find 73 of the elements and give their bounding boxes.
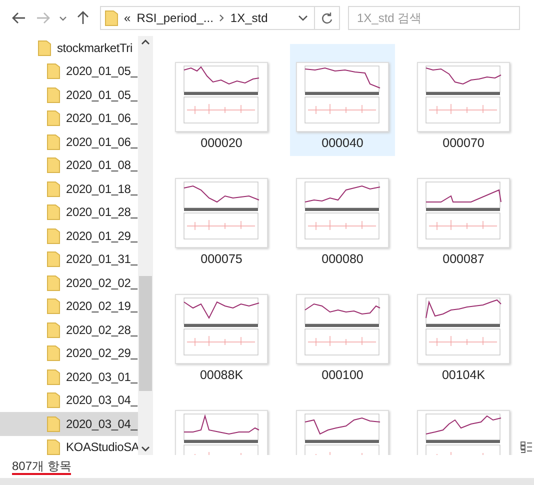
folder-tree-item[interactable]: 2020_01_05_ [0,83,138,106]
file-name: 000080 [322,252,364,266]
file-name: 000040 [322,136,364,150]
folder-tree-item[interactable]: 2020_03_04_ [0,388,138,412]
up-arrow-icon [77,11,89,25]
folder-tree-item[interactable]: 2020_03_01_ [0,365,138,388]
folder-icon [47,204,60,220]
folder-tree-item[interactable]: 2020_02_29_ [0,342,138,365]
file-thumbnail-item[interactable]: 00088K [169,276,274,388]
folder-icon [47,345,60,362]
folder-tree-item[interactable]: 2020_01_08_ [0,154,138,177]
breadcrumb[interactable]: 1X_std [230,11,268,25]
scrollbar-thumb[interactable] [139,276,152,391]
folder-tree-item[interactable]: 2020_01_06_ [0,130,138,154]
file-name: 000075 [200,252,242,266]
folder-icon [47,157,60,174]
chevron-right-icon [219,14,224,22]
file-name: 00104K [442,368,486,382]
file-name: 000020 [200,136,242,150]
path-overflow-indicator[interactable]: « [124,11,131,25]
breadcrumb[interactable]: RSI_period_... [136,11,214,25]
back-arrow-icon [12,12,26,24]
folder-icon [105,10,118,26]
folder-icon [47,392,60,408]
vertical-scrollbar[interactable] [138,36,153,455]
folder-icon [47,251,60,268]
refresh-icon [321,12,333,24]
search-field[interactable]: 1X_std 검색 [348,6,520,30]
folder-icon [47,416,60,432]
file-thumbnail-item[interactable]: 000075 [169,160,274,272]
folder-tree-item[interactable]: 2020_01_28_ [0,200,138,224]
folder-icon [47,368,60,385]
file-thumbnail-item[interactable]: 000040 [290,44,395,156]
folder-tree-item[interactable]: 2020_01_05_ [0,60,138,83]
address-bar[interactable]: « RSI_period_... 1X_std [100,6,340,30]
file-thumbnail-item[interactable]: 000070 [411,44,516,156]
item-count: 807개 항목 [12,458,72,474]
file-name: 000100 [322,368,364,382]
folder-tree-item[interactable]: 2020_01_18_ [0,177,138,200]
file-name: 00088K [200,368,244,382]
folder-icon [47,228,60,244]
folder-icon [47,439,60,456]
folder-tree-item[interactable]: 2020_02_28_ [0,318,138,342]
file-name: 000087 [442,252,484,266]
folder-icon [47,322,60,338]
folder-icon [47,86,60,103]
folder-tree-item[interactable]: 2020_03_04_ [0,412,138,436]
forward-arrow-icon [36,12,50,24]
file-thumbnail-item[interactable]: 00104K [411,276,516,388]
folder-tree-item[interactable]: 2020_01_29_ [0,224,138,248]
folder-tree-item[interactable]: stockmarketTri [0,36,138,60]
folder-tree-item[interactable]: 2020_02_02_ [0,271,138,294]
folder-icon [47,63,60,80]
folder-tree-item[interactable]: KOAStudioSA [0,436,138,459]
file-thumbnail-item[interactable]: 000100 [290,276,395,388]
folder-icon [47,180,60,197]
folder-tree-item[interactable]: 2020_02_19_ [0,294,138,318]
folder-tree-item[interactable]: 2020_01_06_ [0,106,138,130]
folder-icon [47,298,60,314]
folder-icon [47,274,60,291]
folder-icon [47,110,60,126]
file-thumbnail-item[interactable]: 000020 [169,44,274,156]
folder-tree-item[interactable]: 2020_01_31_ [0,248,138,271]
scroll-down-icon[interactable] [141,446,150,452]
scroll-up-icon[interactable] [141,39,150,45]
view-toggle-icon[interactable] [520,441,532,453]
folder-icon [47,134,60,150]
folder-icon [38,40,51,56]
chevron-down-icon[interactable] [298,15,308,21]
file-thumbnail-item[interactable]: 000080 [290,160,395,272]
file-name: 000070 [442,136,484,150]
file-thumbnail-item[interactable]: 000087 [411,160,516,272]
chevron-down-icon [59,16,67,20]
